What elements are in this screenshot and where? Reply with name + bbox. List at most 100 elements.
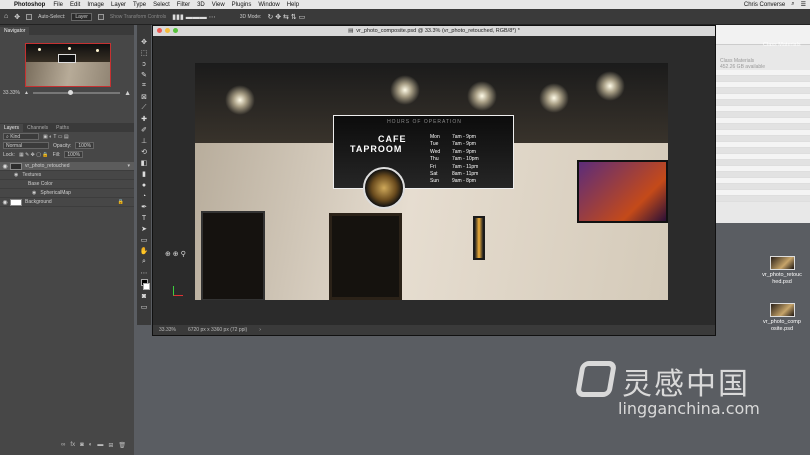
canvas-area[interactable]: HOURS OF OPERATION CAFE TAPROOM Mon 7am -… — [153, 36, 715, 327]
3d-axis-widget[interactable]: ⊕ ⊕ ⚲ — [165, 250, 186, 258]
eyedropper-tool-icon[interactable]: ⟋ — [139, 103, 149, 113]
menu-filter[interactable]: Filter — [177, 2, 190, 8]
eye-icon[interactable]: ◉ — [0, 199, 10, 206]
menu-3d[interactable]: 3D — [197, 2, 205, 8]
history-brush-icon[interactable]: ⟲ — [139, 147, 149, 157]
menu-list-icon[interactable]: ☰ — [801, 1, 806, 8]
blur-tool-icon[interactable]: ● — [139, 180, 149, 190]
type-tool-icon[interactable]: T — [139, 213, 149, 223]
auto-select-checkbox[interactable] — [26, 13, 33, 20]
folder-icon[interactable]: ▬ — [97, 442, 103, 451]
zoom-tool-icon[interactable]: ⌕ — [139, 257, 149, 267]
trash-icon[interactable]: 🗑 — [118, 442, 126, 451]
hours-row: Fri 7am - 11pm — [430, 164, 479, 171]
menu-plugins[interactable]: Plugins — [232, 2, 252, 8]
quick-mask-icon[interactable]: ◙ — [139, 291, 149, 301]
eye-icon[interactable]: ◉ — [14, 172, 18, 178]
menu-file[interactable]: File — [53, 2, 63, 8]
pen-tool-icon[interactable]: ✒ — [139, 202, 149, 212]
mask-icon[interactable]: ◙ — [80, 442, 84, 451]
lasso-tool-icon[interactable]: ↄ — [139, 59, 149, 69]
image-canvas[interactable]: HOURS OF OPERATION CAFE TAPROOM Mon 7am -… — [195, 63, 668, 300]
shape-tool-icon[interactable]: ▭ — [139, 235, 149, 245]
document-title-bar[interactable]: ▤ vr_photo_composite.psd @ 33.3% (vr_pho… — [153, 26, 715, 36]
zoom-out-icon[interactable]: ▲ — [24, 90, 29, 96]
user-name[interactable]: Chris Converse — [744, 2, 785, 8]
zoom-window-button[interactable] — [173, 28, 178, 33]
filter-icons[interactable]: ▣ ◐ T ▭ ▤ — [43, 134, 69, 140]
search-icon[interactable]: ⌕ — [791, 1, 794, 8]
quick-select-tool-icon[interactable]: ✎ — [139, 70, 149, 80]
eye-icon[interactable]: ◉ — [0, 163, 10, 170]
menu-layer[interactable]: Layer — [111, 2, 126, 8]
layer-name: vr_photo_retouched — [25, 163, 70, 169]
tab-navigator[interactable]: Navigator — [0, 27, 30, 35]
home-icon[interactable]: ⌂ — [4, 13, 8, 20]
layer-row[interactable]: ◉ Background 🔒 — [0, 198, 134, 207]
blend-mode-select[interactable]: Normal — [3, 142, 49, 149]
minimize-window-button[interactable] — [165, 28, 170, 33]
transform-controls-checkbox[interactable] — [97, 13, 104, 20]
tab-paths[interactable]: Paths — [52, 124, 73, 132]
frame-tool-icon[interactable]: ⊠ — [139, 92, 149, 102]
app-menu[interactable]: Photoshop — [14, 2, 45, 8]
auto-select-dropdown[interactable]: Layer — [71, 12, 92, 21]
navigator-zoom-slider[interactable] — [32, 90, 121, 95]
class-materials-folder-label[interactable]: Class Materials — [763, 42, 801, 48]
desktop-file[interactable]: vr_photo_composite.psd — [762, 303, 802, 332]
chevron-down-icon[interactable]: ▾ — [127, 163, 130, 169]
navigator-thumbnail[interactable] — [25, 43, 111, 87]
menu-edit[interactable]: Edit — [70, 2, 80, 8]
path-select-icon[interactable]: ➤ — [139, 224, 149, 234]
sign-brand-line2: TAPROOM — [350, 144, 403, 154]
navigator-zoom-value[interactable]: 33.33% — [3, 90, 20, 96]
fx-icon[interactable]: fx — [70, 442, 75, 451]
status-zoom[interactable]: 33.33% — [159, 327, 176, 333]
menu-view[interactable]: View — [212, 2, 225, 8]
close-window-button[interactable] — [157, 28, 162, 33]
layer-kind-select[interactable]: ⌕ Kind — [3, 133, 39, 140]
move-tool-icon[interactable]: ✥ — [139, 37, 149, 47]
3d-mode-icons[interactable]: ↻ ✥ ⇆ ⇅ ▭ — [267, 13, 305, 21]
navigator-tabs: Navigator — [0, 25, 134, 35]
tab-channels[interactable]: Channels — [23, 124, 52, 132]
layer-row[interactable]: ◉ vr_photo_retouched ▾ — [0, 162, 134, 171]
opacity-input[interactable]: 100% — [75, 142, 95, 149]
hand-tool-icon[interactable]: ✋ — [139, 246, 149, 256]
hours-row: Sun 9am - 8pm — [430, 178, 479, 185]
marquee-tool-icon[interactable]: ⬚ — [139, 48, 149, 58]
status-info[interactable]: 6720 px x 3360 px (72 ppi) — [188, 327, 247, 333]
menu-image[interactable]: Image — [87, 2, 104, 8]
menu-select[interactable]: Select — [153, 2, 170, 8]
gradient-tool-icon[interactable]: ▮ — [139, 169, 149, 179]
desktop-file[interactable]: vr_photo_retouched.psd — [762, 256, 802, 285]
layer-row[interactable]: ◉ Textures — [0, 171, 134, 180]
menu-type[interactable]: Type — [133, 2, 146, 8]
healing-tool-icon[interactable]: ✚ — [139, 114, 149, 124]
menu-help[interactable]: Help — [287, 2, 299, 8]
link-icon[interactable]: ∞ — [61, 442, 65, 451]
mirror-frame — [201, 211, 265, 300]
tab-layers[interactable]: Layers — [0, 124, 24, 132]
zoom-in-icon[interactable]: ▲ — [124, 90, 131, 97]
lock-icons[interactable]: ▦ ✎ ✥ ▢ 🔒 — [19, 152, 49, 158]
new-layer-icon[interactable]: ⊞ — [108, 442, 113, 451]
hours-sign[interactable]: HOURS OF OPERATION CAFE TAPROOM Mon 7am -… — [333, 115, 514, 189]
menu-window[interactable]: Window — [258, 2, 279, 8]
eraser-tool-icon[interactable]: ◧ — [139, 158, 149, 168]
background-color-swatch[interactable] — [142, 283, 150, 290]
move-tool-icon[interactable]: ✥ — [14, 13, 20, 21]
layer-row[interactable]: Base Color — [0, 180, 134, 189]
stamp-tool-icon[interactable]: ⊥ — [139, 136, 149, 146]
brush-tool-icon[interactable]: ✐ — [139, 125, 149, 135]
eye-icon[interactable]: ◉ — [32, 190, 36, 196]
crop-tool-icon[interactable]: ⌗ — [139, 81, 149, 91]
fill-input[interactable]: 100% — [64, 151, 84, 158]
more-tools-icon[interactable]: ⋯ — [139, 268, 149, 278]
adjustment-icon[interactable]: ◐ — [89, 442, 93, 451]
layer-row[interactable]: ◉ SphericalMap — [0, 189, 134, 198]
screen-mode-icon[interactable]: ▭ — [139, 302, 149, 312]
dodge-tool-icon[interactable]: ◔ — [139, 191, 149, 201]
chevron-right-icon[interactable]: › — [259, 327, 261, 333]
align-icons[interactable]: ▮▮▮ ▬▬▬ ⋯ — [172, 13, 215, 21]
